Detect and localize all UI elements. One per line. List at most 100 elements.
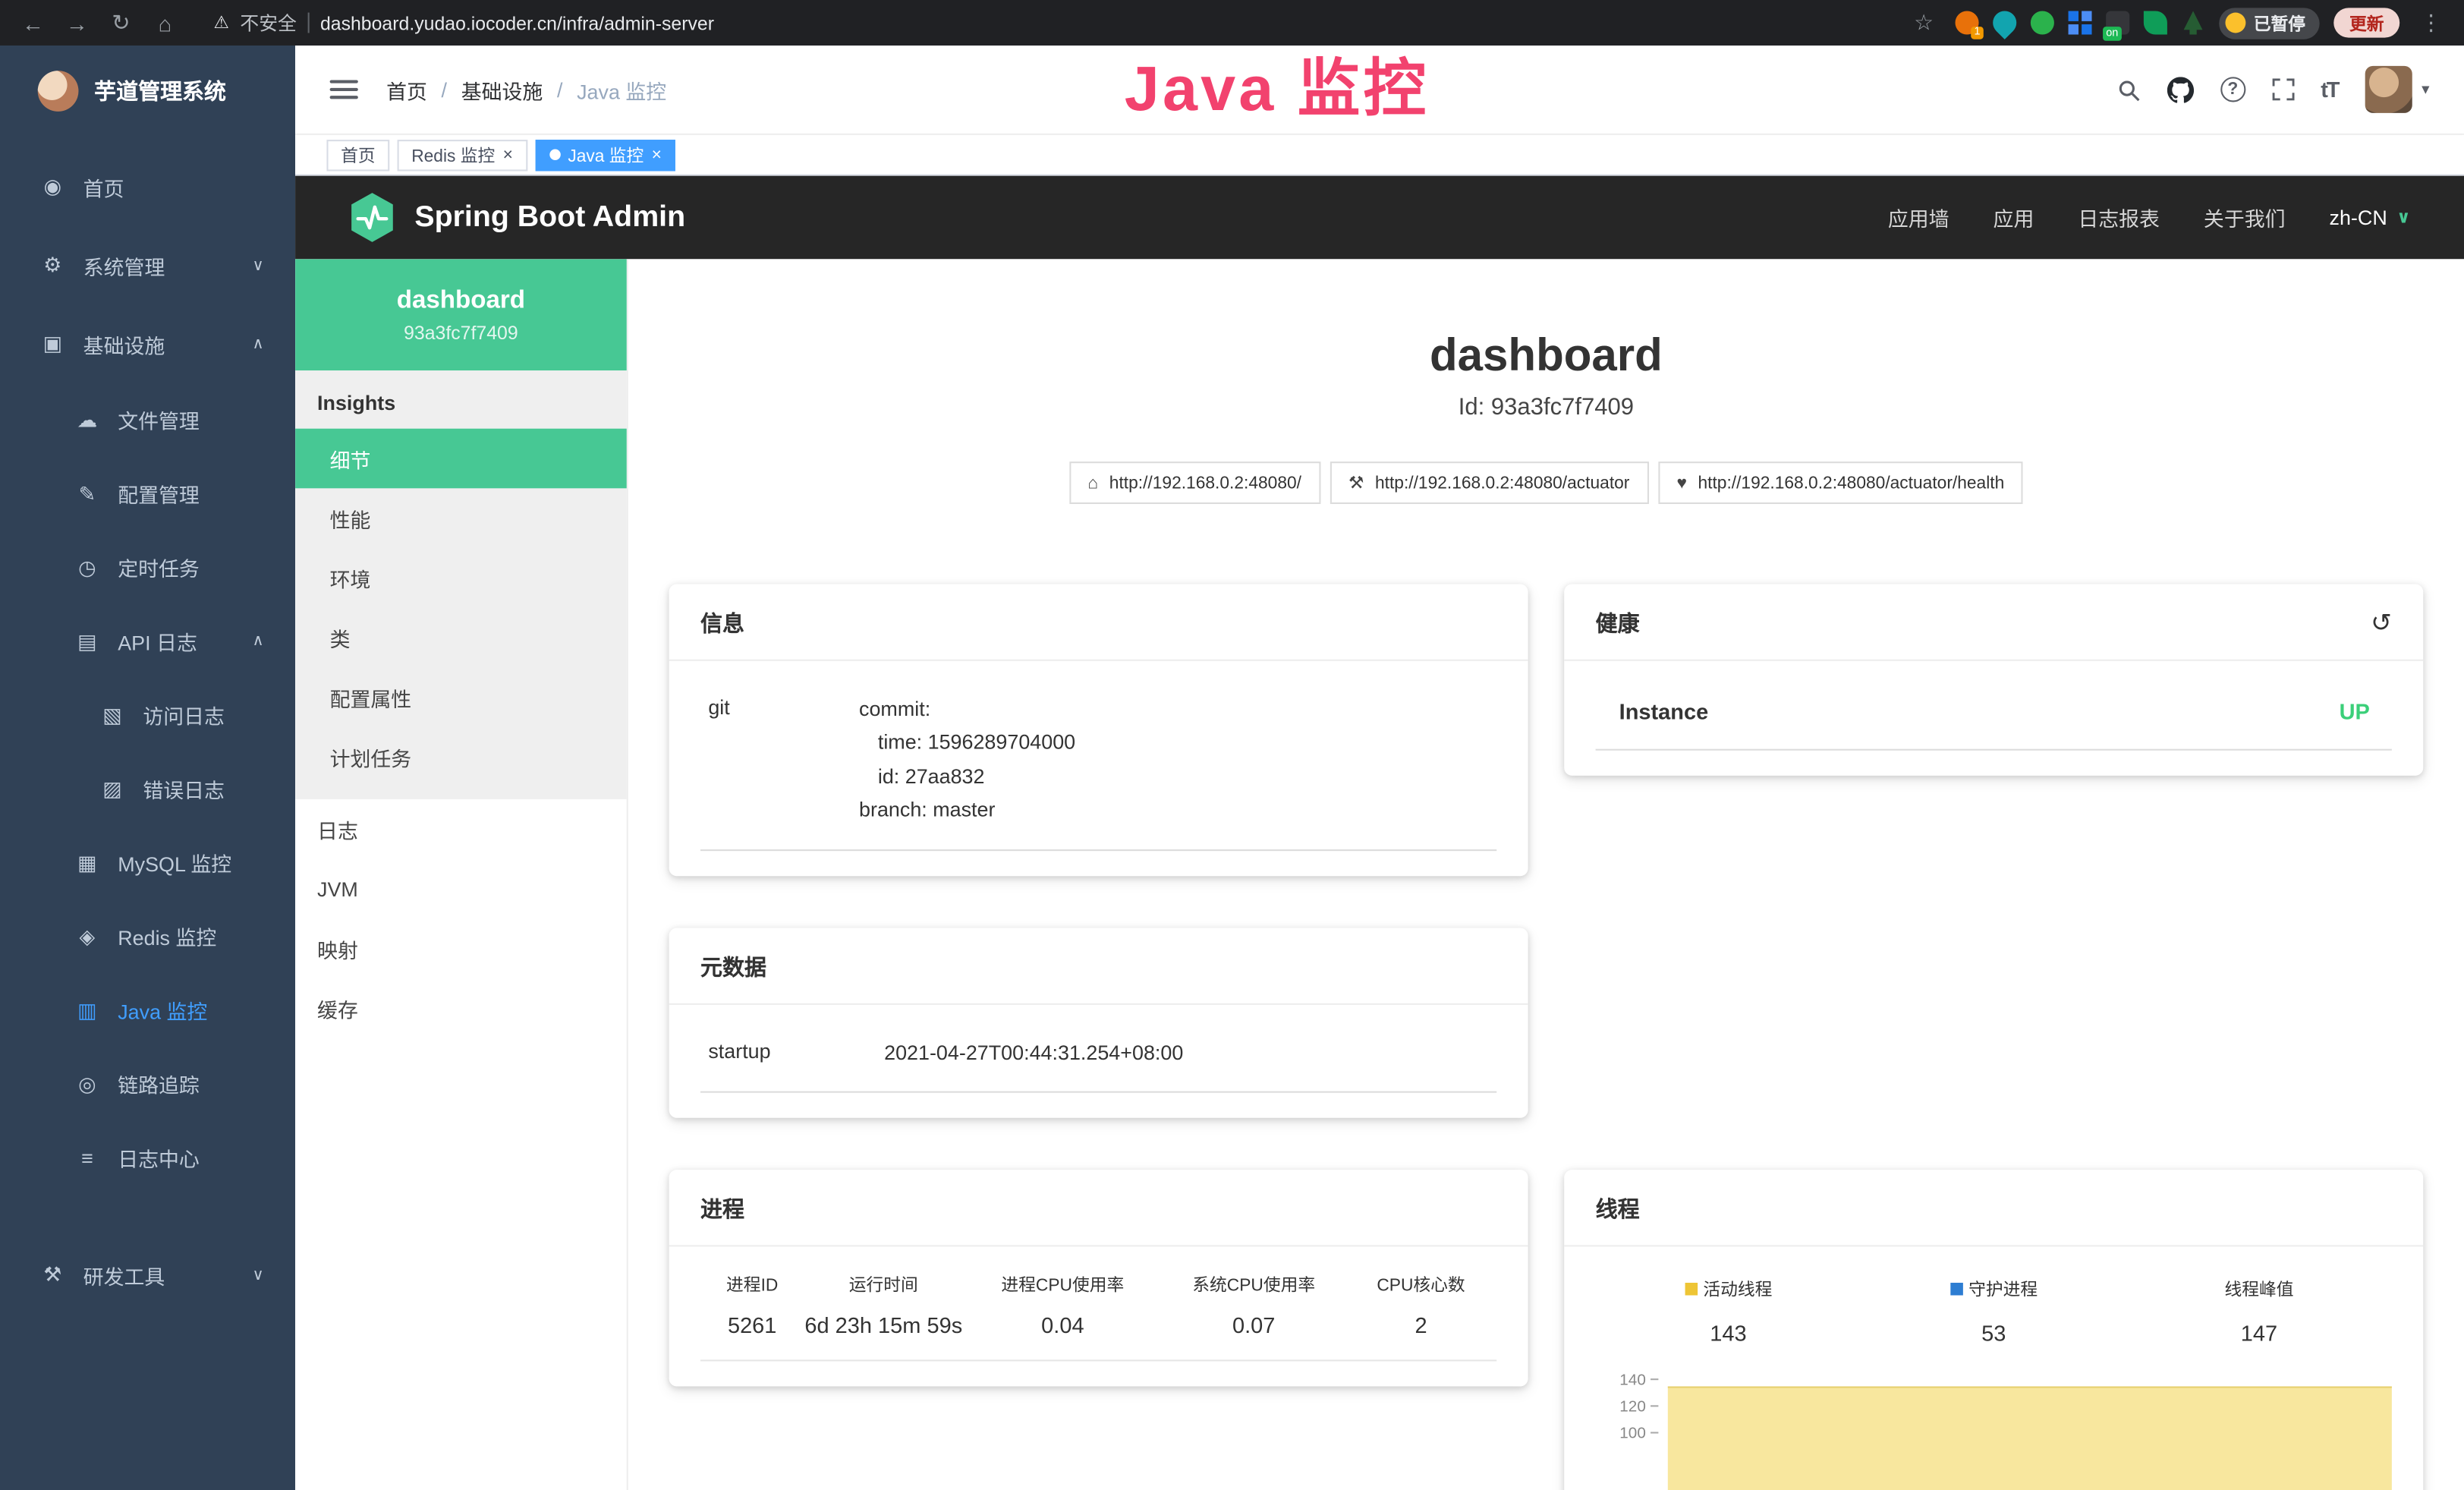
menu-label: 错误日志 [143, 774, 225, 804]
locale-select[interactable]: zh-CN∨ [2330, 206, 2411, 229]
browser-forward-icon[interactable]: → [60, 10, 95, 35]
database-icon: ▦ [75, 850, 99, 875]
sidebar-item-environment[interactable]: 环境 [295, 548, 627, 608]
sidebar-item-config-props[interactable]: 配置属性 [295, 667, 627, 727]
menu-label: 系统管理 [83, 250, 165, 280]
sidebar-item-system[interactable]: ⚙系统管理∨ [0, 226, 295, 304]
sidebar-item-error-log[interactable]: ▨错误日志 [0, 752, 295, 826]
col-header: CPU核心数 [1345, 1272, 1496, 1297]
active-tab-dot [549, 150, 560, 160]
sidebar-item-home[interactable]: ◉首页 [0, 147, 295, 225]
nav-wallboard[interactable]: 应用墙 [1888, 203, 1949, 232]
sidebar-item-classes[interactable]: 类 [295, 608, 627, 668]
github-icon[interactable] [2167, 76, 2193, 102]
sidebar-item-scheduled-tasks[interactable]: 计划任务 [295, 727, 627, 787]
avatar-image [2365, 66, 2412, 113]
wrench-icon: ⚒ [1348, 473, 1364, 493]
breadcrumb-infra[interactable]: 基础设施 [461, 74, 543, 104]
actuator-url-link[interactable]: ⚒ http://192.168.0.2:48080/actuator [1330, 461, 1648, 504]
sidebar-item-jvm[interactable]: JVM [295, 858, 627, 918]
legend-value: 53 [1861, 1321, 2126, 1346]
document-icon: ▧ [100, 703, 124, 728]
sidebar-item-redis[interactable]: ◈Redis 监控 [0, 899, 295, 973]
link-url: http://192.168.0.2:48080/actuator [1375, 474, 1629, 493]
tab-redis-monitor[interactable]: Redis 监控× [398, 139, 527, 170]
nav-applications[interactable]: 应用 [1994, 203, 2034, 232]
extension-leaf-icon[interactable] [2144, 11, 2167, 34]
health-url-link[interactable]: ♥http://192.168.0.2:48080/actuator/healt… [1658, 461, 2023, 504]
link-url: http://192.168.0.2:48080/ [1109, 474, 1301, 493]
sidebar-item-devtools[interactable]: ⚒研发工具∨ [0, 1236, 295, 1314]
extension-tree-icon[interactable] [2182, 11, 2205, 34]
instance-header[interactable]: dashboard 93a3fc7f7409 [295, 259, 627, 370]
browser-menu-icon[interactable]: ⋮ [2414, 9, 2449, 36]
sba-brand[interactable]: Spring Boot Admin [348, 191, 685, 243]
sidebar-item-files[interactable]: ☁文件管理 [0, 383, 295, 457]
fullscreen-icon[interactable] [2272, 78, 2294, 100]
search-icon[interactable] [2116, 77, 2140, 101]
app-logo[interactable]: 芋道管理系统 [0, 46, 295, 135]
health-icon: ♥ [1676, 474, 1687, 493]
menu-label: MySQL 监控 [118, 848, 231, 877]
git-commit-line: commit: [859, 692, 1075, 726]
git-time-line: time: 1596289704000 [859, 726, 1075, 760]
extension-grid-icon[interactable] [2069, 11, 2092, 34]
sidebar-item-access-log[interactable]: ▧访问日志 [0, 679, 295, 752]
sidebar-item-details[interactable]: 细节 [295, 429, 627, 489]
sidebar-item-mappings[interactable]: 映射 [295, 918, 627, 978]
tab-java-monitor[interactable]: Java 监控× [535, 139, 676, 170]
sidebar-item-caches[interactable]: 缓存 [295, 978, 627, 1038]
browser-update-button[interactable]: 更新 [2333, 8, 2399, 37]
chart-plot-area [1668, 1368, 2392, 1490]
sidebar-item-logs[interactable]: 日志 [295, 799, 627, 859]
cloud-icon: ☁ [75, 408, 99, 433]
logo-image [38, 70, 79, 111]
browser-reload-icon[interactable]: ↻ [104, 9, 139, 36]
legend-peak-threads: 线程峰值 147 [2126, 1275, 2392, 1346]
sidebar-item-infra[interactable]: ▣基础设施∧ [0, 304, 295, 383]
breadcrumb-home[interactable]: 首页 [386, 74, 427, 104]
bookmark-star-icon[interactable]: ☆ [1906, 9, 1941, 36]
card-title: 线程 [1596, 1193, 1640, 1224]
tab-home[interactable]: 首页 [326, 139, 389, 170]
breadcrumb-separator: / [442, 77, 448, 101]
nav-about[interactable]: 关于我们 [2204, 203, 2286, 232]
address-bar[interactable]: ⚠ 不安全 dashboard.yudao.iocoder.cn/infra/a… [213, 9, 714, 36]
sidebar-item-api-log[interactable]: ▤API 日志∧ [0, 604, 295, 678]
extension-drop-icon[interactable] [1988, 6, 2022, 39]
sidebar-item-tracing[interactable]: ◎链路追踪 [0, 1047, 295, 1121]
menu-label: Java 监控 [118, 995, 207, 1025]
breadcrumb-separator: / [557, 77, 563, 101]
help-icon[interactable]: ? [2220, 77, 2245, 102]
browser-back-icon[interactable]: ← [16, 10, 51, 35]
admin-sidebar: 芋道管理系统 ◉首页 ⚙系统管理∨ ▣基础设施∧ ☁文件管理 ✎配置管理 ◷定时… [0, 46, 295, 1490]
close-icon[interactable]: × [503, 145, 513, 164]
close-icon[interactable]: × [652, 145, 662, 164]
history-icon[interactable]: ↺ [2371, 608, 2392, 639]
health-row[interactable]: Instance UP [1596, 673, 2392, 750]
hamburger-icon[interactable] [330, 80, 358, 99]
sidebar-item-performance[interactable]: 性能 [295, 488, 627, 548]
sidebar-item-config[interactable]: ✎配置管理 [0, 457, 295, 531]
nav-journal[interactable]: 日志报表 [2078, 203, 2160, 232]
user-avatar[interactable]: ▾ [2365, 66, 2430, 113]
sba-navbar: Spring Boot Admin 应用墙 应用 日志报表 关于我们 zh-CN… [295, 176, 2464, 260]
process-col: 进程CPU使用率0.04 [963, 1272, 1162, 1338]
sidebar-item-mysql[interactable]: ▦ MySQL 监控 [0, 826, 295, 899]
legend-label: 守护进程 [1968, 1277, 2038, 1302]
sidebar-item-java[interactable]: ▥Java 监控 [0, 973, 295, 1047]
browser-home-icon[interactable]: ⌂ [148, 10, 183, 35]
font-size-icon[interactable]: tT [2321, 77, 2338, 102]
sidebar-item-jobs[interactable]: ◷定时任务 [0, 531, 295, 604]
chevron-down-icon: ∨ [253, 257, 264, 274]
extension-green-icon[interactable] [2031, 11, 2054, 34]
extension-orange-icon[interactable]: 1 [1956, 11, 1979, 34]
sba-logo-icon [348, 191, 395, 243]
breadcrumb-current: Java 监控 [577, 74, 666, 104]
tab-label: 首页 [341, 142, 376, 167]
threads-card: 线程 活动线程 143 守护进程 [1564, 1170, 2423, 1490]
sidebar-item-log-center[interactable]: ≡日志中心 [0, 1121, 295, 1195]
extension-adblock-icon[interactable]: on [2106, 11, 2129, 34]
service-url-link[interactable]: ⌂http://192.168.0.2:48080/ [1069, 461, 1320, 504]
profile-paused-badge[interactable]: 已暂停 [2219, 7, 2319, 38]
